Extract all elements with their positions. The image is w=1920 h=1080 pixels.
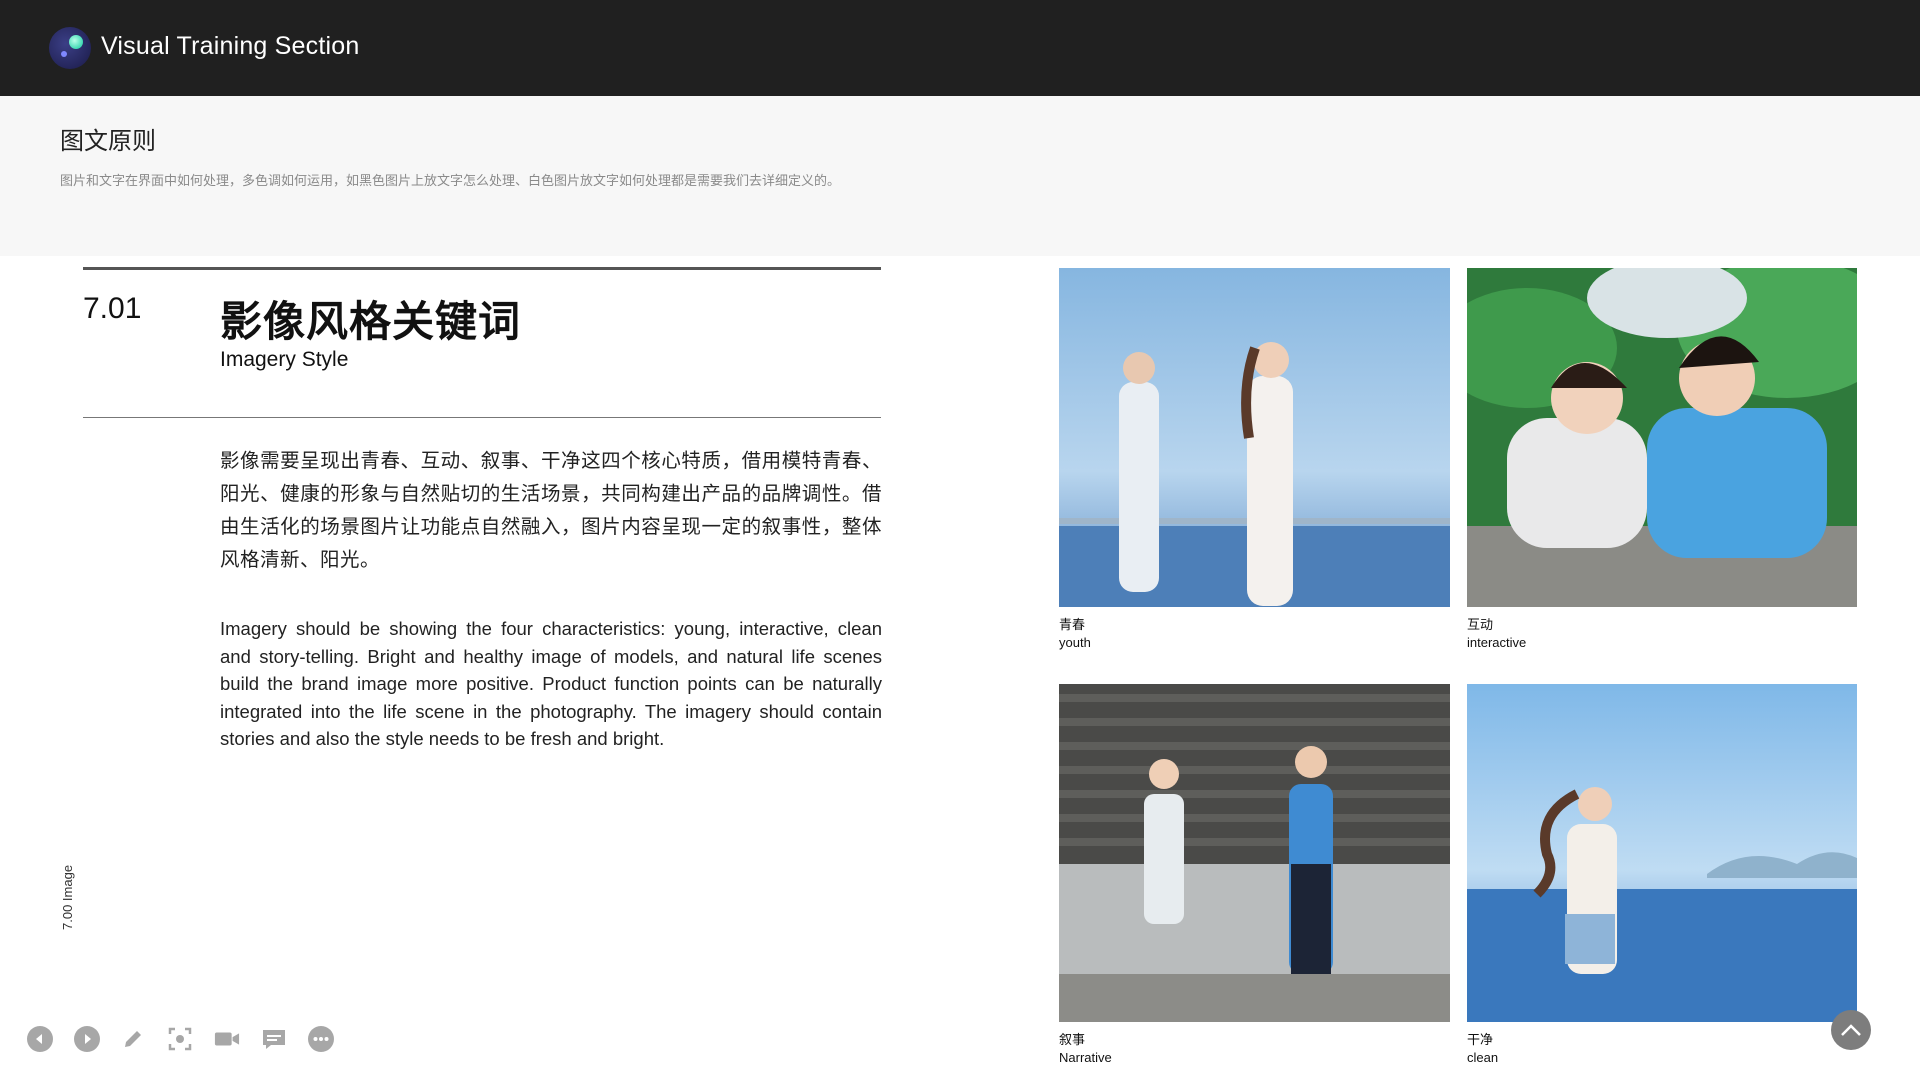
photo-interactive xyxy=(1467,268,1857,607)
app-logo-icon[interactable] xyxy=(49,27,91,69)
photo-clean xyxy=(1467,684,1857,1022)
page-title: 图文原则 xyxy=(60,128,156,155)
section-title-cn: 影像风格关键词 xyxy=(220,298,522,345)
comment-icon[interactable] xyxy=(261,1026,287,1052)
top-bar: Visual Training Section xyxy=(0,0,1920,96)
section-header: 图文原则 图片和文字在界面中如何处理，多色调如何运用，如黑色图片上放文字怎么处理… xyxy=(0,96,1920,256)
video-icon[interactable] xyxy=(214,1026,240,1052)
next-icon[interactable] xyxy=(74,1026,100,1052)
body-text-en: Imagery should be showing the four chara… xyxy=(220,618,882,749)
section-number: 7.01 xyxy=(83,292,142,325)
scroll-to-top-button[interactable] xyxy=(1831,1010,1871,1050)
screenshot-icon[interactable] xyxy=(167,1026,193,1052)
divider-middle xyxy=(83,417,881,418)
caption-clean: 干净 clean xyxy=(1467,1032,1499,1065)
prev-icon[interactable] xyxy=(27,1026,53,1052)
caption-youth: 青春 youth xyxy=(1059,617,1091,650)
caption-interactive: 互动 interactive xyxy=(1467,617,1527,650)
more-icon[interactable] xyxy=(308,1026,334,1052)
photo-youth xyxy=(1059,268,1450,607)
chevron-up-icon xyxy=(1841,1024,1861,1036)
page-description: 图片和文字在界面中如何处理，多色调如何运用，如黑色图片上放文字怎么处理、白色图片… xyxy=(60,173,841,188)
app-title: Visual Training Section xyxy=(101,32,360,60)
body-text-cn: 影像需要呈现出青春、互动、叙事、干净这四个核心特质，借用模特青春、阳光、健康的形… xyxy=(220,450,882,571)
pen-icon[interactable] xyxy=(120,1026,146,1052)
vertical-chapter-label: 7.00 Image xyxy=(60,864,75,930)
divider-top xyxy=(83,267,881,270)
caption-narrative: 叙事 Narrative xyxy=(1059,1032,1112,1065)
photo-narrative xyxy=(1059,684,1450,1022)
section-title-en: Imagery Style xyxy=(220,348,349,371)
